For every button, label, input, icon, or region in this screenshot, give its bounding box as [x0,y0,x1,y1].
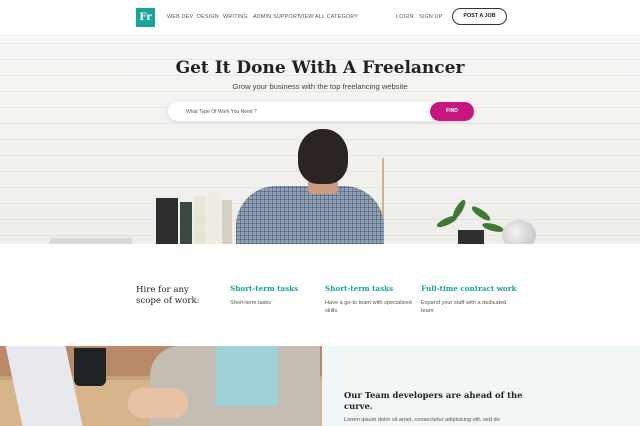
hero-title: Get It Done With A Freelancer [175,58,465,78]
post-job-button[interactable]: POST A JOB [452,8,507,25]
mug-image [74,348,106,386]
team-title: Our Team developers are ahead of the cur… [344,390,523,411]
login-link[interactable]: LOGIN [396,14,414,20]
book-image [222,200,232,250]
team-section: Our Team developers are ahead of the cur… [322,346,640,426]
hire-title: Hire for any scope of work: [136,285,200,306]
person-shirt-image [216,346,278,406]
hero-subtitle: Grow your business with the top freelanc… [232,82,408,91]
logo[interactable]: Fr [136,8,155,27]
nav-link-admin-support[interactable]: ADMIN SUPPORT [253,14,300,20]
book-image [156,198,178,250]
team-photo [0,346,322,426]
plant-leaf-image [450,198,468,221]
plant-leaf-image [469,204,493,223]
nav-link-web-dev[interactable]: WEB DEV [167,14,193,20]
signup-link[interactable]: SIGN UP [419,14,443,20]
task-description: Have a go-to team with specialized skill… [325,300,412,314]
task-card: Short-term tasks Have a go-to team with … [325,284,417,315]
hero-section: Get It Done With A Freelancer Grow your … [0,34,640,252]
nav-link-view-all-category[interactable]: VIEW ALL CATEGORY [299,14,358,20]
task-title[interactable]: Short-term tasks [325,284,417,293]
book-image [180,202,192,250]
top-nav: Fr WEB DEV DESIGN WRITING ADMIN SUPPORT … [0,0,640,34]
search-bar: FIND [168,102,474,121]
find-button[interactable]: FIND [430,102,474,121]
nav-link-writing[interactable]: WRITING [223,14,248,20]
book-image [207,192,221,250]
person-image [236,186,384,252]
desk-surface [0,244,640,252]
hire-section: Hire for any scope of work: Short-term t… [0,252,640,346]
team-text: Lorem ipsum dolor sit amet, consectetur … [344,417,500,423]
person-arm-image [128,388,188,418]
task-description: Short-term tasks [230,300,272,306]
task-card: Short-term tasks Short-term tasks [230,284,330,307]
task-title[interactable]: Short-term tasks [230,284,330,293]
task-description: Expand your staff with a dedicated team [421,300,507,314]
nav-link-design[interactable]: DESIGN [197,14,219,20]
task-card: Full-time contract work Expand your staf… [421,284,516,315]
task-title[interactable]: Full-time contract work [421,284,516,293]
person-head-image [298,129,348,184]
book-image [194,196,206,250]
search-input[interactable] [186,102,426,121]
plant-leaf-image [481,221,505,234]
